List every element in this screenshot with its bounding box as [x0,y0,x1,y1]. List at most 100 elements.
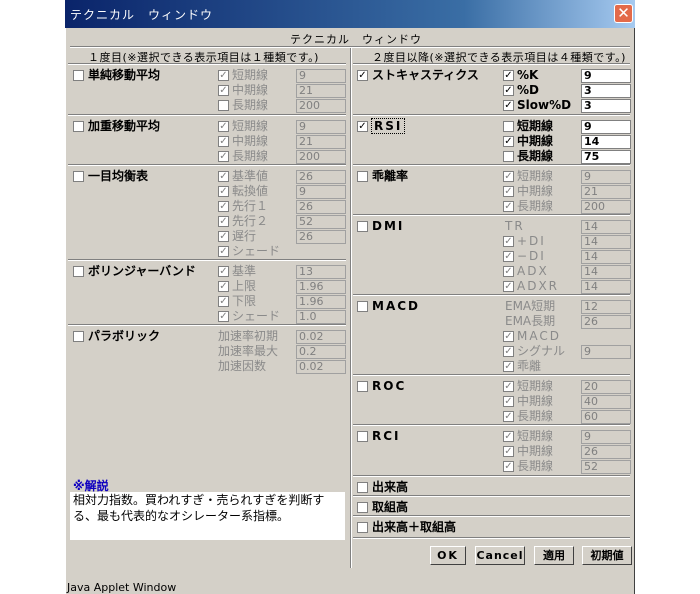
stoch-d-field[interactable]: 3 [581,84,631,98]
stoch-checkbox[interactable]: ✓ [357,70,368,81]
open-interest-checkbox[interactable] [357,502,368,513]
stoch-k-field[interactable]: 9 [581,69,631,83]
macd-macd-checkbox[interactable]: ✓ [503,331,514,342]
roc-mid-checkbox[interactable]: ✓ [503,396,514,407]
rsi-mid-field[interactable]: 14 [581,135,631,149]
kairi-short-checkbox[interactable]: ✓ [503,171,514,182]
macd-checkbox[interactable] [357,301,368,312]
dmi-tr-field[interactable]: 14 [581,220,631,234]
rsi-checkbox[interactable]: ✓ [357,121,368,132]
roc-short-field[interactable]: 20 [581,380,631,394]
wma-mid-field[interactable]: 21 [296,135,346,149]
wma-short-field[interactable]: 9 [296,120,346,134]
dmi-adxr-field[interactable]: 14 [581,280,631,294]
apply-button[interactable]: 適用 [534,546,574,565]
macd-signal-field[interactable]: 9 [581,345,631,359]
bollinger-checkbox[interactable] [73,266,84,277]
bollinger-shade-field[interactable]: 1.0 [296,310,346,324]
bollinger-upper-checkbox[interactable]: ✓ [218,281,229,292]
rci-checkbox[interactable] [357,431,368,442]
kairi-mid-checkbox[interactable]: ✓ [503,186,514,197]
bollinger-upper-field[interactable]: 1.96 [296,280,346,294]
bollinger-base-field[interactable]: 13 [296,265,346,279]
cancel-button[interactable]: Cancel [475,546,525,565]
wma-long-checkbox[interactable]: ✓ [218,151,229,162]
bollinger-shade-checkbox[interactable]: ✓ [218,311,229,322]
dmi-checkbox[interactable] [357,221,368,232]
macd-ema-long-field[interactable]: 26 [581,315,631,329]
parabolic-max-field[interactable]: 0.2 [296,345,346,359]
ichimoku-lead2-checkbox[interactable]: ✓ [218,216,229,227]
parabolic-checkbox[interactable] [73,331,84,342]
rsi-short-checkbox[interactable] [503,121,514,132]
rsi-short-field[interactable]: 9 [581,120,631,134]
dmi-adx-field[interactable]: 14 [581,265,631,279]
roc-checkbox[interactable] [357,381,368,392]
ichimoku-conv-field[interactable]: 9 [296,185,346,199]
ichimoku-lead1-checkbox[interactable]: ✓ [218,201,229,212]
rci-mid-checkbox[interactable]: ✓ [503,446,514,457]
kairi-mid-field[interactable]: 21 [581,185,631,199]
ichimoku-base-checkbox[interactable]: ✓ [218,171,229,182]
dmi-mdi-field[interactable]: 14 [581,250,631,264]
ichimoku-conv-checkbox[interactable]: ✓ [218,186,229,197]
dmi-adxr-checkbox[interactable]: ✓ [503,281,514,292]
bollinger-base-checkbox[interactable]: ✓ [218,266,229,277]
ichimoku-lead1-field[interactable]: 26 [296,200,346,214]
rci-short-checkbox[interactable]: ✓ [503,431,514,442]
parabolic-init-field[interactable]: 0.02 [296,330,346,344]
rci-long-field[interactable]: 52 [581,460,631,474]
close-button[interactable]: ✕ [614,4,633,23]
ichimoku-lead2-field[interactable]: 52 [296,215,346,229]
dmi-pdi-checkbox[interactable]: ✓ [503,236,514,247]
rci-long-checkbox[interactable]: ✓ [503,461,514,472]
dmi-pdi-field[interactable]: 14 [581,235,631,249]
roc-long-field[interactable]: 60 [581,410,631,424]
macd-ema-short-field[interactable]: 12 [581,300,631,314]
dmi-mdi-checkbox[interactable]: ✓ [503,251,514,262]
wma-long-field[interactable]: 200 [296,150,346,164]
wma-mid-checkbox[interactable]: ✓ [218,136,229,147]
stoch-d-checkbox[interactable]: ✓ [503,85,514,96]
volume-oi-checkbox[interactable] [357,522,368,533]
kairi-short-field[interactable]: 9 [581,170,631,184]
ichimoku-lag-field[interactable]: 26 [296,230,346,244]
macd-divergence-checkbox[interactable]: ✓ [503,361,514,372]
kairi-long-field[interactable]: 200 [581,200,631,214]
rsi-long-field[interactable]: 75 [581,150,631,164]
parabolic-factor-field[interactable]: 0.02 [296,360,346,374]
default-button[interactable]: 初期値 [582,546,632,565]
sma-long-checkbox[interactable] [218,100,229,111]
stoch-k-checkbox[interactable]: ✓ [503,70,514,81]
sma-mid-field[interactable]: 21 [296,84,346,98]
ok-button[interactable]: OK [430,546,466,565]
sma-mid-checkbox[interactable]: ✓ [218,85,229,96]
ichimoku-shade-checkbox[interactable]: ✓ [218,246,229,257]
wma-short-checkbox[interactable]: ✓ [218,121,229,132]
rci-mid-field[interactable]: 26 [581,445,631,459]
stoch-slowd-field[interactable]: 3 [581,99,631,113]
macd-signal-checkbox[interactable]: ✓ [503,346,514,357]
stoch-slowd-checkbox[interactable]: ✓ [503,100,514,111]
sma-long-field[interactable]: 200 [296,99,346,113]
bollinger-upper-label: 上限 [232,279,257,293]
ichimoku-checkbox[interactable] [73,171,84,182]
roc-short-checkbox[interactable]: ✓ [503,381,514,392]
bollinger-lower-field[interactable]: 1.96 [296,295,346,309]
rsi-long-checkbox[interactable] [503,151,514,162]
roc-mid-field[interactable]: 40 [581,395,631,409]
sma-short-field[interactable]: 9 [296,69,346,83]
ichimoku-base-field[interactable]: 26 [296,170,346,184]
ichimoku-lag-checkbox[interactable]: ✓ [218,231,229,242]
rsi-mid-checkbox[interactable]: ✓ [503,136,514,147]
dmi-adx-checkbox[interactable]: ✓ [503,266,514,277]
wma-checkbox[interactable] [73,121,84,132]
rci-short-field[interactable]: 9 [581,430,631,444]
volume-checkbox[interactable] [357,482,368,493]
kairi-checkbox[interactable] [357,171,368,182]
roc-long-checkbox[interactable]: ✓ [503,411,514,422]
sma-short-checkbox[interactable]: ✓ [218,70,229,81]
bollinger-lower-checkbox[interactable]: ✓ [218,296,229,307]
sma-checkbox[interactable] [73,70,84,81]
kairi-long-checkbox[interactable]: ✓ [503,201,514,212]
